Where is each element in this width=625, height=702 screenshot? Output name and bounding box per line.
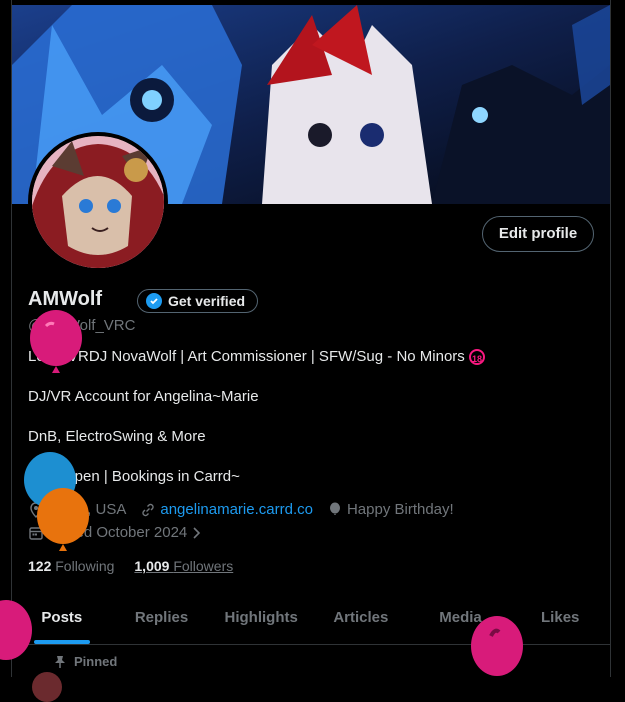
tab-highlights-label: Highlights	[224, 609, 298, 626]
birthday-item: Happy Birthday!	[327, 501, 454, 518]
birthday-balloon-pink-left-icon	[0, 600, 32, 660]
verified-badge-icon	[146, 293, 162, 309]
profile-avatar[interactable]	[28, 132, 168, 272]
pin-icon	[55, 655, 65, 668]
column-border-right	[610, 0, 611, 677]
bio-line-3: DnB, ElectroSwing & More	[28, 428, 206, 445]
pinned-indicator: Pinned	[54, 654, 117, 669]
tab-posts-label: Posts	[41, 609, 83, 626]
birthday-balloon-pink-right-icon	[471, 616, 523, 676]
balloon-icon	[329, 502, 340, 515]
post-more-icon[interactable]	[555, 672, 569, 677]
tab-likes-label: Likes	[541, 609, 580, 626]
display-name: AMWolf	[28, 288, 103, 310]
edit-profile-button[interactable]: Edit profile	[482, 216, 594, 252]
birthday-balloon-orange-icon	[37, 488, 89, 551]
profile-meta-row: Texas, USA angelinamarie.carrd.co Happy …	[28, 501, 468, 518]
website-link[interactable]: angelinamarie.carrd.co	[160, 501, 313, 518]
birthday-text: Happy Birthday!	[346, 501, 454, 518]
get-verified-button[interactable]: Get verified	[137, 289, 259, 313]
bio-line-2: DJ/VR Account for Angelina~Marie	[28, 388, 259, 405]
birthday-balloon-pink-icon	[30, 310, 82, 373]
following-label: Following	[55, 558, 115, 574]
followers-link[interactable]: 1,009 Followers	[134, 558, 233, 574]
active-tab-indicator	[33, 640, 90, 644]
chevron-right-icon[interactable]	[191, 526, 203, 540]
tab-replies-label: Replies	[134, 609, 189, 626]
following-count: 122	[28, 558, 52, 574]
followers-label: Followers	[173, 558, 234, 574]
tab-highlights[interactable]: Highlights	[211, 596, 311, 644]
no-minors-18-icon: 18	[468, 349, 485, 366]
followers-count: 1,009	[134, 558, 170, 574]
tab-replies[interactable]: Replies	[112, 596, 212, 644]
bio-line-1-text: Local VRDJ NovaWolf | Art Commissioner |…	[28, 348, 465, 365]
tab-articles-label: Articles	[333, 609, 389, 626]
website-item[interactable]: angelinamarie.carrd.co	[140, 501, 313, 518]
link-icon	[142, 503, 155, 516]
following-link[interactable]: 122 Following	[28, 558, 114, 574]
tab-articles[interactable]: Articles	[311, 596, 411, 644]
bio-line-1: Local VRDJ NovaWolf | Art Commissioner |…	[28, 348, 485, 366]
pinned-label: Pinned	[74, 654, 118, 669]
get-verified-label: Get verified	[168, 293, 246, 309]
follow-stats: 122 Following 1,009 Followers	[28, 558, 233, 574]
tab-likes[interactable]: Likes	[510, 596, 610, 644]
